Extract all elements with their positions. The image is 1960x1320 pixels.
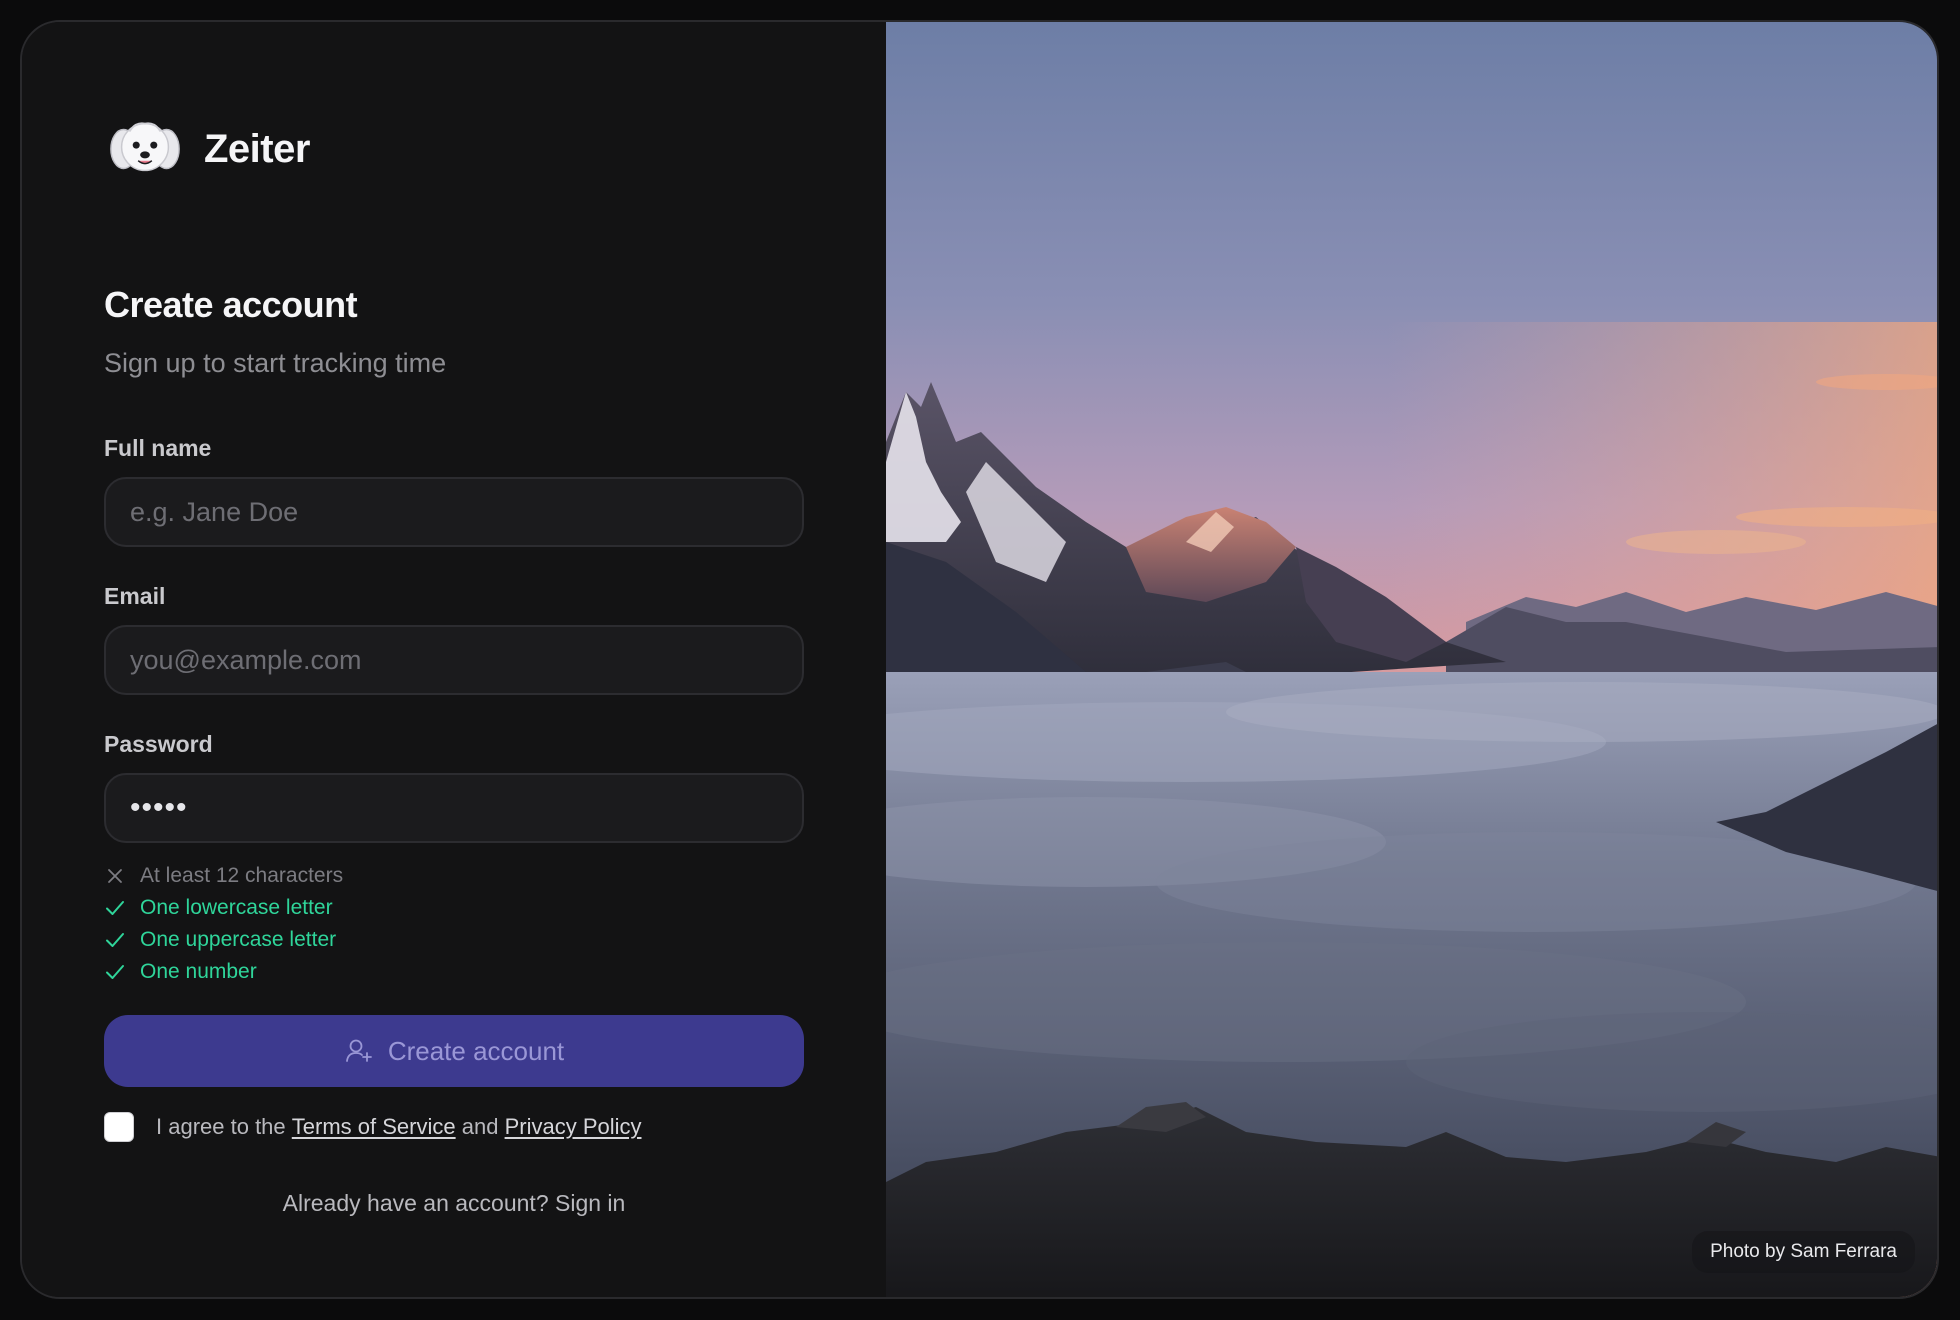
password-rule: One lowercase letter [104, 892, 343, 924]
create-account-button[interactable]: Create account [104, 1015, 804, 1087]
password-label: Password [104, 731, 213, 757]
agree-joiner: and [461, 1114, 499, 1139]
terms-agreement: I agree to the Terms of Service and Priv… [104, 1112, 642, 1142]
mountain-landscape-image [886, 22, 1937, 1297]
privacy-policy-link[interactable]: Privacy Policy [505, 1114, 642, 1140]
terms-checkbox[interactable] [104, 1112, 134, 1142]
password-rules: At least 12 characters One lowercase let… [104, 860, 343, 988]
signup-window: Zeiter Create account Sign up to start t… [20, 20, 1939, 1299]
full-name-label: Full name [104, 435, 212, 461]
password-input[interactable] [104, 773, 804, 843]
page-subtitle: Sign up to start tracking time [104, 348, 447, 378]
brand-name: Zeiter [204, 126, 310, 171]
password-rule-text: One number [140, 960, 257, 983]
password-rule: One number [104, 956, 343, 988]
sign-in-link[interactable]: Already have an account? Sign in [104, 1190, 804, 1217]
signup-panel: Zeiter Create account Sign up to start t… [22, 22, 886, 1297]
email-label: Email [104, 583, 166, 609]
email-input[interactable] [104, 625, 804, 695]
check-icon [104, 961, 126, 983]
agree-prefix: I agree to the [156, 1114, 286, 1139]
password-rule-text: At least 12 characters [140, 864, 344, 887]
dog-face-icon [110, 122, 180, 172]
password-rule: At least 12 characters [104, 860, 343, 892]
full-name-input[interactable] [104, 477, 804, 547]
x-icon [104, 865, 126, 887]
check-icon [104, 929, 126, 951]
password-rule: One uppercase letter [104, 924, 343, 956]
photo-credit: Photo by Sam Ferrara [1692, 1231, 1915, 1273]
brand: Zeiter [106, 110, 310, 188]
user-plus-icon [344, 1036, 374, 1066]
hero-photo: Photo by Sam Ferrara [886, 22, 1937, 1297]
password-rule-text: One uppercase letter [140, 928, 337, 951]
terms-of-service-link[interactable]: Terms of Service [292, 1114, 456, 1140]
password-rule-text: One lowercase letter [140, 896, 333, 919]
check-icon [104, 897, 126, 919]
page-title: Create account [104, 284, 358, 325]
create-account-label: Create account [387, 1035, 565, 1066]
